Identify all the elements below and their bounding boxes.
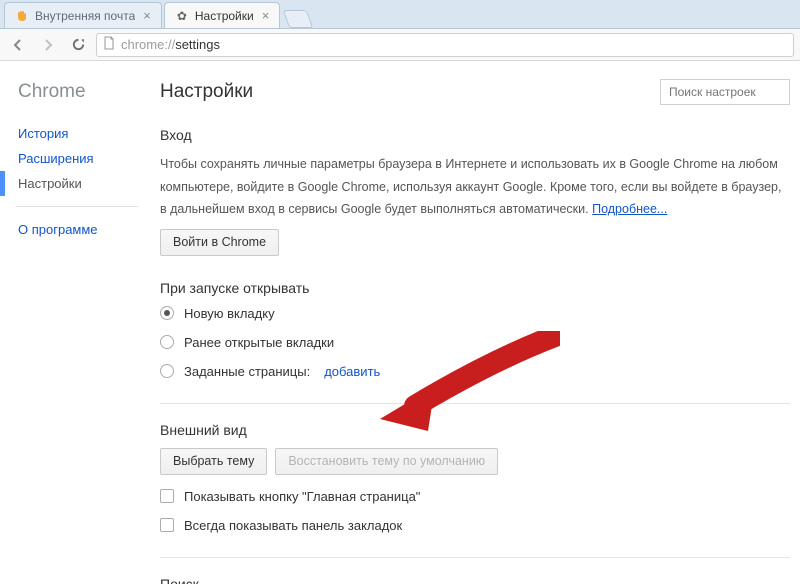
hand-icon	[15, 9, 29, 23]
tab-title: Настройки	[195, 9, 254, 23]
section-signin: Вход Чтобы сохранять личные параметры бр…	[160, 127, 790, 256]
gear-icon: ✿	[175, 9, 189, 23]
new-tab-button[interactable]	[283, 10, 314, 28]
radio-icon	[160, 364, 174, 378]
sidebar-item-history[interactable]: История	[18, 121, 148, 146]
url-text: chrome://settings	[121, 37, 220, 52]
learn-more-link[interactable]: Подробнее...	[592, 202, 667, 216]
page-title: Настройки	[160, 81, 253, 103]
sidebar-item-settings[interactable]: Настройки	[18, 171, 148, 196]
divider	[160, 403, 790, 404]
startup-option-newtab[interactable]: Новую вкладку	[160, 306, 790, 321]
main-panel: Настройки Вход Чтобы сохранять личные па…	[148, 61, 800, 584]
section-title: Вход	[160, 127, 790, 143]
tab-title: Внутренняя почта	[35, 9, 135, 23]
startup-option-previous[interactable]: Ранее открытые вкладки	[160, 335, 790, 350]
omnibox[interactable]: chrome://settings	[96, 33, 794, 57]
radio-icon	[160, 335, 174, 349]
search-settings-input[interactable]	[660, 79, 790, 105]
radio-icon	[160, 306, 174, 320]
sidebar: Chrome История Расширения Настройки О пр…	[0, 61, 148, 584]
section-search: Поиск Выберите поисковую систему по умол…	[160, 576, 790, 584]
show-bookmarks-checkbox-row[interactable]: Всегда показывать панель закладок	[160, 518, 790, 533]
brand-title: Chrome	[18, 81, 148, 103]
radio-label: Заданные страницы:	[184, 364, 310, 379]
signin-button[interactable]: Войти в Chrome	[160, 229, 279, 256]
divider	[160, 557, 790, 558]
radio-label: Новую вкладку	[184, 306, 275, 321]
sidebar-item-about[interactable]: О программе	[18, 217, 148, 242]
section-appearance: Внешний вид Выбрать тему Восстановить те…	[160, 422, 790, 533]
reset-theme-button[interactable]: Восстановить тему по умолчанию	[275, 448, 498, 475]
sidebar-separator	[16, 206, 138, 207]
forward-button[interactable]	[36, 33, 60, 57]
radio-label: Ранее открытые вкладки	[184, 335, 334, 350]
section-title: Поиск	[160, 576, 790, 584]
close-icon[interactable]: ×	[262, 9, 270, 22]
add-pages-link[interactable]: добавить	[324, 364, 380, 379]
section-startup: При запуске открывать Новую вкладку Ране…	[160, 280, 790, 379]
checkbox-icon	[160, 518, 174, 532]
back-button[interactable]	[6, 33, 30, 57]
show-home-checkbox-row[interactable]: Показывать кнопку "Главная страница"	[160, 489, 790, 504]
tab-settings[interactable]: ✿ Настройки ×	[164, 2, 280, 28]
tab-strip: Внутренняя почта × ✿ Настройки ×	[0, 0, 800, 29]
tab-inbox[interactable]: Внутренняя почта ×	[4, 2, 162, 28]
section-title: При запуске открывать	[160, 280, 790, 296]
startup-option-pages[interactable]: Заданные страницы: добавить	[160, 364, 790, 379]
toolbar: chrome://settings	[0, 29, 800, 61]
page-icon	[103, 36, 115, 53]
choose-theme-button[interactable]: Выбрать тему	[160, 448, 267, 475]
reload-button[interactable]	[66, 33, 90, 57]
section-title: Внешний вид	[160, 422, 790, 438]
signin-description: Чтобы сохранять личные параметры браузер…	[160, 153, 790, 221]
checkbox-label: Всегда показывать панель закладок	[184, 518, 402, 533]
checkbox-label: Показывать кнопку "Главная страница"	[184, 489, 420, 504]
close-icon[interactable]: ×	[143, 9, 151, 22]
checkbox-icon	[160, 489, 174, 503]
sidebar-item-extensions[interactable]: Расширения	[18, 146, 148, 171]
